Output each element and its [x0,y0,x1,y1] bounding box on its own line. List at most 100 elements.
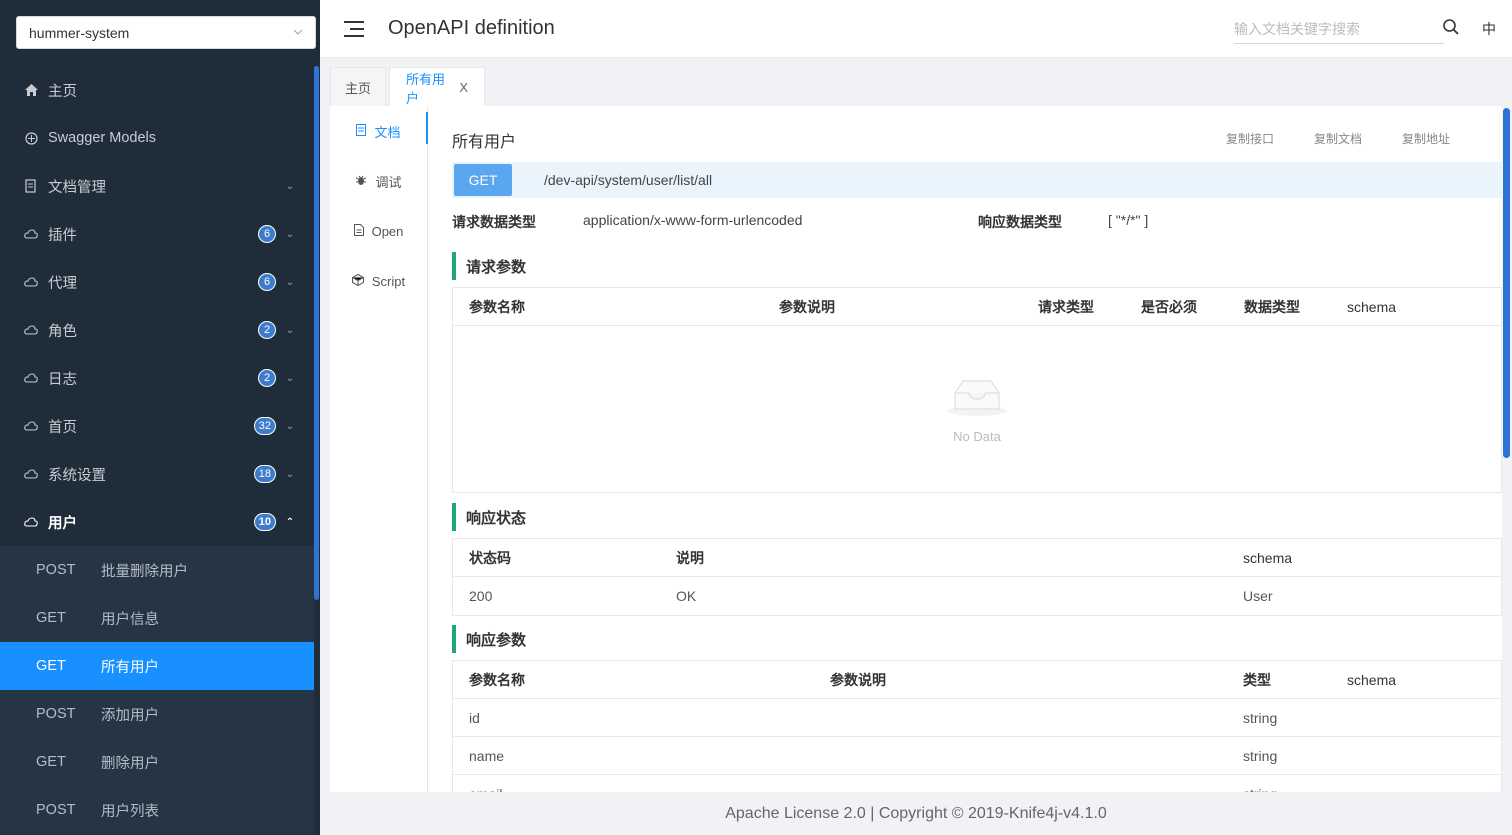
empty-state: No Data [453,326,1501,492]
count-badge: 2 [258,369,276,387]
sidebar-item-label: 用户 [48,515,77,532]
table-header: 参数名称 参数说明 请求类型 是否必须 数据类型 schema [453,288,1501,326]
cloud-icon [24,275,38,289]
count-badge: 2 [258,321,276,339]
response-type-value: [ "*/*" ] [1108,212,1149,228]
cloud-icon [24,323,38,337]
table-header: 状态码 说明 schema [453,539,1501,577]
count-badge: 18 [253,465,276,483]
table-row: 200 OK User [453,577,1501,615]
api-item-label: 添加用户 [101,707,159,724]
response-type-label: 响应数据类型 [978,214,1062,230]
cloud-icon [24,467,38,481]
sidebar-scrollbar[interactable] [314,66,319,600]
api-item-user-list[interactable]: POST 用户列表 [0,786,314,834]
tab-label: 主页 [344,81,371,96]
cloud-icon [24,515,38,529]
column-header: 类型 [1243,671,1271,688]
sidebar-item-logs[interactable]: 日志 2 ⌄ [0,354,314,402]
copy-url-button[interactable]: 复制地址 [1402,130,1450,147]
column-header: schema [1347,671,1397,688]
api-item-all-users[interactable]: GET 所有用户 [0,642,314,690]
copy-doc-button[interactable]: 复制文档 [1314,130,1362,147]
api-item-delete-user[interactable]: GET 删除用户 [0,738,314,786]
param-type-cell: string [1243,747,1278,764]
method-badge: GET [454,164,512,196]
column-header: 参数名称 [469,298,525,315]
language-toggle[interactable]: 中 [1482,19,1496,39]
chevron-down-icon: ⌄ [285,372,295,384]
sidebar-item-docs[interactable]: 文档管理 ⌄ [0,162,314,210]
group-select[interactable]: hummer-system [16,16,316,49]
api-item-label: 所有用户 [101,659,159,676]
http-method: POST [36,706,76,722]
sidebar-item-users[interactable]: 用户 10 ⌃ [0,498,314,546]
home-icon [24,83,38,97]
tab-home[interactable]: 主页 [330,67,386,107]
table-header: 参数名称 参数说明 类型 schema [453,661,1501,699]
tab-bar: 主页 所有用户 X [320,59,1512,107]
docs-icon [24,179,38,193]
content-scrollbar[interactable] [1503,108,1510,458]
code-sandbox-icon [351,273,364,289]
response-params-table: 参数名称 参数说明 类型 schema id string name strin… [452,660,1502,792]
http-method: GET [36,658,66,674]
column-header: 请求类型 [1038,298,1094,315]
doc-icon [356,123,367,139]
cloud-icon [24,227,38,241]
chevron-down-icon: ⌄ [285,228,295,240]
response-status-table: 状态码 说明 schema 200 OK User [452,538,1502,616]
tab-label: 所有用户 [406,71,446,106]
column-header: schema [1347,298,1397,315]
models-icon [24,131,38,145]
tab-open[interactable]: Open [330,206,427,256]
api-item-label: 批量删除用户 [101,563,188,580]
page-title: OpenAPI definition [388,17,555,39]
sidebar-item-label: 首页 [48,419,77,436]
sidebar-item-label: 角色 [48,323,77,340]
search-icon[interactable] [1442,18,1460,36]
status-code-cell: 200 [469,588,493,604]
endpoint-bar: GET /dev-api/system/user/list/all [452,162,1502,198]
close-icon[interactable]: X [459,80,468,95]
tab-debug[interactable]: 调试 [330,156,427,206]
sidebar-item-label: Swagger Models [48,130,156,146]
api-item-add-user[interactable]: POST 添加用户 [0,690,314,738]
section-request-params: 请求参数 [452,252,526,280]
tab-all-users[interactable]: 所有用户 X [389,67,485,107]
tab-label: 调试 [375,174,402,190]
sidebar-item-plugins[interactable]: 插件 6 ⌄ [0,210,314,258]
api-item-user-info[interactable]: GET 用户信息 [0,594,314,642]
copy-api-button[interactable]: 复制接口 [1226,130,1274,147]
sidebar-item-index[interactable]: 首页 32 ⌄ [0,402,314,450]
sidebar-item-roles[interactable]: 角色 2 ⌄ [0,306,314,354]
column-header: 参数名称 [469,671,525,688]
search-input[interactable]: 输入文档关键字搜索 [1234,14,1444,44]
no-data-text: No Data [953,428,1001,444]
chevron-down-icon: ⌄ [285,276,295,288]
api-item-batch-delete-user[interactable]: POST 批量删除用户 [0,546,314,594]
chevron-down-icon: ⌄ [285,420,295,432]
chevron-down-icon [293,27,303,38]
sidebar-item-label: 日志 [48,371,77,388]
sidebar-item-home[interactable]: 主页 [0,66,314,114]
section-response-status: 响应状态 [452,503,526,531]
endpoint-url: /dev-api/system/user/list/all [544,172,713,188]
param-name-cell: id [469,709,480,726]
column-header: 说明 [676,549,704,566]
sidebar-item-system-settings[interactable]: 系统设置 18 ⌄ [0,450,314,498]
column-header: 参数说明 [779,298,835,315]
menu-toggle-icon[interactable] [344,20,364,37]
table-row: id string [453,699,1501,737]
column-header: 状态码 [469,549,511,566]
chevron-up-icon: ⌃ [285,516,295,528]
http-method: GET [36,610,66,626]
api-title: 所有用户 [452,134,517,151]
sidebar-item-proxy[interactable]: 代理 6 ⌄ [0,258,314,306]
bug-icon [355,174,367,189]
sidebar-item-swagger-models[interactable]: Swagger Models [0,114,314,162]
vertical-tabs: 文档 调试 Open Script [330,106,428,792]
header: OpenAPI definition 输入文档关键字搜索 中 [320,0,1512,58]
tab-doc[interactable]: 文档 [330,106,428,156]
tab-script[interactable]: Script [330,256,427,306]
